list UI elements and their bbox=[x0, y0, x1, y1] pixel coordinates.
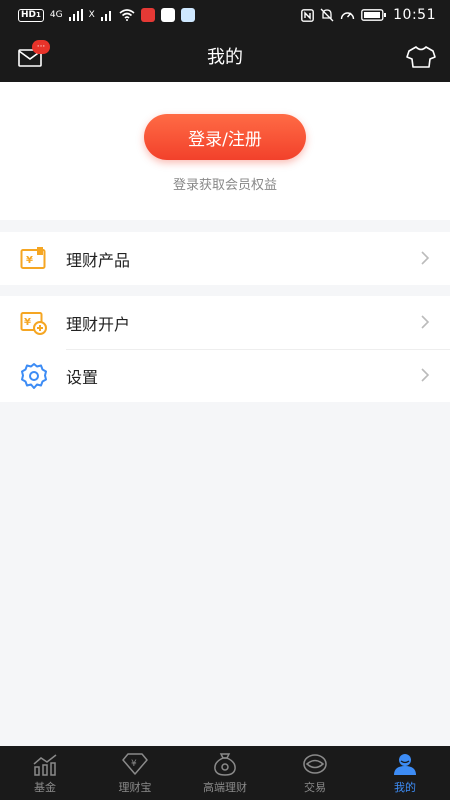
cloud-app-icon bbox=[160, 8, 175, 22]
tab-licaibao[interactable]: ¥ 理财宝 bbox=[90, 746, 180, 800]
network-x-label: X bbox=[88, 10, 95, 20]
login-card: 登录/注册 登录获取会员权益 bbox=[0, 82, 450, 220]
fund-chart-icon bbox=[33, 753, 57, 776]
page-title: 我的 bbox=[207, 47, 243, 68]
menu-group-account: ¥ 理财开户 设置 bbox=[0, 296, 450, 402]
tab-label: 高端理财 bbox=[203, 780, 247, 794]
login-subtitle: 登录获取会员权益 bbox=[172, 178, 277, 193]
status-left: HD1 4G X bbox=[18, 8, 195, 22]
menu-label: 设置 bbox=[66, 367, 99, 387]
tab-label: 基金 bbox=[34, 780, 56, 794]
tab-label: 理财宝 bbox=[118, 780, 152, 794]
mute-icon bbox=[320, 8, 334, 22]
speed-icon bbox=[340, 12, 355, 20]
menu-label: 理财开户 bbox=[66, 314, 131, 334]
bottom-tab-bar: 基金 ¥ 理财宝 高端理财 交易 我的 bbox=[0, 746, 450, 800]
tab-label: 我的 bbox=[394, 780, 416, 794]
message-badge: ··· bbox=[32, 40, 50, 54]
message-button[interactable]: ··· bbox=[18, 40, 52, 72]
person-icon bbox=[394, 753, 416, 775]
tab-mine[interactable]: 我的 bbox=[360, 746, 450, 800]
chevron-right-icon bbox=[421, 251, 430, 265]
network-4g-label: 4G bbox=[49, 10, 63, 20]
status-time: 10:51 bbox=[393, 7, 436, 23]
signal-2-icon bbox=[100, 11, 111, 21]
signal-icon bbox=[68, 9, 83, 21]
battery-icon bbox=[361, 9, 387, 21]
account-open-icon: ¥ bbox=[20, 309, 48, 337]
tab-label: 交易 bbox=[304, 780, 326, 794]
svg-text:¥: ¥ bbox=[24, 317, 31, 328]
skin-button[interactable] bbox=[404, 42, 436, 72]
tab-fund[interactable]: 基金 bbox=[0, 746, 90, 800]
image-app-icon bbox=[180, 8, 195, 22]
finance-product-icon: ¥ bbox=[20, 245, 48, 273]
menu-item-account-open[interactable]: ¥ 理财开户 bbox=[0, 296, 450, 349]
tab-premium-finance[interactable]: 高端理财 bbox=[180, 746, 270, 800]
diamond-yen-icon: ¥ bbox=[122, 752, 148, 775]
menu-item-finance-products[interactable]: ¥ 理财产品 bbox=[0, 232, 450, 285]
menu-label: 理财产品 bbox=[66, 250, 131, 270]
svg-text:¥: ¥ bbox=[131, 759, 137, 769]
chevron-right-icon bbox=[421, 368, 430, 382]
gear-icon bbox=[20, 362, 48, 390]
nav-bar: ··· 我的 bbox=[0, 30, 450, 82]
eye-trade-icon bbox=[303, 753, 327, 774]
login-register-button[interactable]: 登录/注册 bbox=[144, 114, 306, 160]
hd-badge: HD1 bbox=[18, 8, 44, 22]
money-bag-icon bbox=[214, 752, 236, 776]
status-bar: HD1 4G X 10:51 bbox=[0, 0, 450, 30]
tab-trade[interactable]: 交易 bbox=[270, 746, 360, 800]
chevron-right-icon bbox=[421, 315, 430, 329]
menu-item-settings[interactable]: 设置 bbox=[0, 349, 450, 402]
tshirt-icon bbox=[406, 46, 436, 68]
svg-text:¥: ¥ bbox=[26, 255, 33, 266]
app-notification-icon bbox=[140, 8, 155, 22]
status-right: 10:51 bbox=[301, 7, 436, 23]
menu-group-products: ¥ 理财产品 bbox=[0, 232, 450, 285]
nfc-icon bbox=[301, 8, 315, 22]
wifi-icon bbox=[119, 9, 135, 21]
